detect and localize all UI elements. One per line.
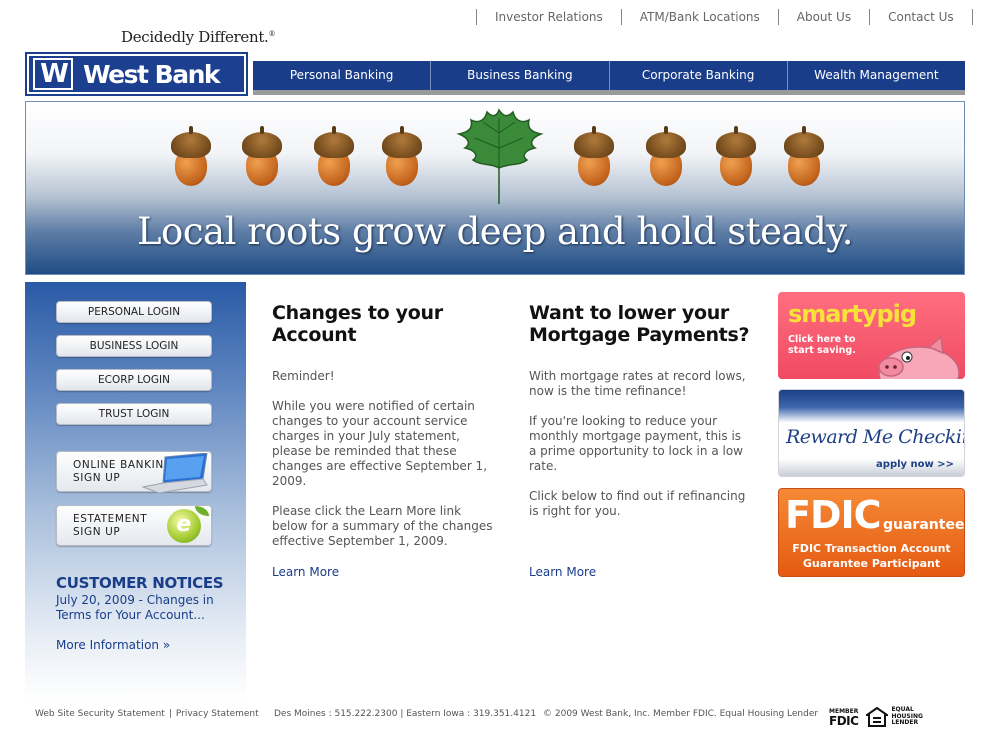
changes-paragraph: While you were notified of certain chang…: [272, 399, 488, 488]
estatement-line1: ESTATEMENT: [73, 513, 148, 525]
acorn-icon: [574, 126, 614, 188]
investor-relations-link[interactable]: Investor Relations: [477, 8, 621, 26]
equal-housing-lender-logo: EQUAL HOUSING LENDER: [866, 707, 923, 727]
acorn-icon: [242, 126, 282, 188]
contact-us-link[interactable]: Contact Us: [870, 8, 972, 26]
customer-notice-text[interactable]: July 20, 2009 - Changes in Terms for You…: [56, 593, 231, 623]
acorn-icon: [716, 126, 756, 188]
fdic-title: FDIC: [785, 493, 882, 537]
reward-apply-now: apply now >>: [876, 459, 954, 470]
utility-nav: Investor Relations ATM/Bank Locations Ab…: [476, 8, 973, 26]
estatement-line2: SIGN UP: [73, 526, 121, 538]
fdic-guarantee-label: guarantee: [883, 517, 965, 533]
fdic-subtitle-line1: FDIC Transaction Account: [792, 542, 951, 555]
hero-banner: Local roots grow deep and hold steady.: [25, 101, 965, 275]
logo-name: West Bank: [83, 59, 221, 89]
more-information-link[interactable]: More Information »: [56, 638, 170, 652]
hero-headline: Local roots grow deep and hold steady.: [136, 210, 854, 253]
west-bank-logo[interactable]: W West Bank: [25, 52, 248, 96]
reward-me-checking-promo[interactable]: Reward Me Checking apply now >>: [778, 389, 965, 477]
smartypig-subtitle: Click here to start saving.: [788, 334, 856, 356]
changes-paragraph: Please click the Learn More link below f…: [272, 504, 493, 548]
footer-phone-numbers: Des Moines : 515.222.2300 | Eastern Iowa…: [274, 709, 537, 719]
personal-login-button[interactable]: PERSONAL LOGIN: [56, 301, 212, 323]
trust-login-button[interactable]: TRUST LOGIN: [56, 403, 212, 425]
estatement-label: ESTATEMENT SIGN UP: [73, 513, 147, 539]
house-icon: [866, 707, 889, 727]
nav-wealth-management[interactable]: Wealth Management: [788, 61, 965, 90]
member-fdic-text: FDIC: [829, 713, 859, 728]
mortgage-column: Want to lower your Mortgage Payments? Wi…: [529, 302, 751, 580]
acorn-icon: [171, 126, 211, 188]
acorn-icon: [646, 126, 686, 188]
acorn-icon: [784, 126, 824, 188]
customer-notices-title: CUSTOMER NOTICES: [56, 574, 224, 592]
about-us-link[interactable]: About Us: [779, 8, 869, 26]
atm-locations-link[interactable]: ATM/Bank Locations: [622, 8, 778, 26]
nav-business-banking[interactable]: Business Banking: [431, 61, 610, 90]
laptop-icon: [141, 453, 208, 493]
ecorp-login-button[interactable]: ECORP LOGIN: [56, 369, 212, 391]
privacy-statement-link[interactable]: Privacy Statement: [176, 709, 259, 719]
estatement-e-icon: e: [167, 509, 201, 543]
security-statement-link[interactable]: Web Site Security Statement: [35, 709, 165, 719]
smartypig-promo[interactable]: smartypig Click here to start saving.: [778, 292, 965, 379]
nav-personal-banking[interactable]: Personal Banking: [253, 61, 432, 90]
left-sidebar: PERSONAL LOGIN BUSINESS LOGIN ECORP LOGI…: [25, 282, 246, 700]
fdic-subtitle-line2: Guarantee Participant: [802, 557, 941, 570]
changes-paragraph: Reminder!: [272, 369, 335, 383]
reward-title: Reward Me Checking: [786, 426, 965, 448]
nav-divider: [971, 9, 973, 25]
footer-links: Web Site Security Statement | Privacy Stat…: [35, 709, 259, 719]
pig-icon: [878, 335, 960, 379]
online-banking-signup-button[interactable]: ONLINE BANKING SIGN UP: [56, 451, 212, 493]
nav-corporate-banking[interactable]: Corporate Banking: [610, 61, 788, 90]
acorn-icon: [382, 126, 422, 188]
footer-divider: |: [168, 709, 172, 719]
logo-tagline: Decidedly Different.®: [121, 28, 276, 46]
logo-w-mark: W: [33, 58, 73, 90]
footer-badges: MEMBER FDIC EQUAL HOUSING LENDER: [829, 707, 923, 727]
changes-title: Changes to your Account: [272, 302, 443, 346]
mortgage-paragraph: If you're looking to reduce your monthly…: [529, 414, 743, 473]
registered-mark: ®: [268, 30, 276, 38]
ehl-line: LENDER: [891, 719, 919, 727]
logo-block: W West Bank: [29, 56, 244, 92]
business-login-button[interactable]: BUSINESS LOGIN: [56, 335, 212, 357]
smartypig-title: smartypig: [788, 300, 917, 328]
fdic-guarantee-promo[interactable]: FDIC guarantee FDIC Transaction Account …: [778, 488, 965, 577]
ehl-text: EQUAL HOUSING LENDER: [891, 707, 923, 727]
estatement-signup-button[interactable]: ESTATEMENT SIGN UP e: [56, 505, 212, 546]
mortgage-title: Want to lower your Mortgage Payments?: [529, 302, 750, 346]
footer-copyright: © 2009 West Bank, Inc. Member FDIC. Equa…: [543, 709, 819, 719]
changes-column: Changes to your Account Reminder! While …: [272, 302, 498, 580]
fdic-subtitle: FDIC Transaction Account Guarantee Parti…: [779, 541, 964, 571]
mortgage-paragraph: With mortgage rates at record lows, now …: [529, 369, 746, 398]
mortgage-paragraph: Click below to find out if refinancing i…: [529, 489, 746, 518]
main-nav: Personal Banking Business Banking Corpor…: [253, 61, 965, 95]
oak-leaf-icon: [456, 108, 544, 204]
mortgage-learn-more-link[interactable]: Learn More: [529, 565, 596, 579]
member-fdic-logo: MEMBER FDIC: [829, 708, 859, 728]
acorn-icon: [314, 126, 354, 188]
tagline-text: Decidedly Different.: [121, 28, 269, 46]
changes-learn-more-link[interactable]: Learn More: [272, 565, 339, 579]
